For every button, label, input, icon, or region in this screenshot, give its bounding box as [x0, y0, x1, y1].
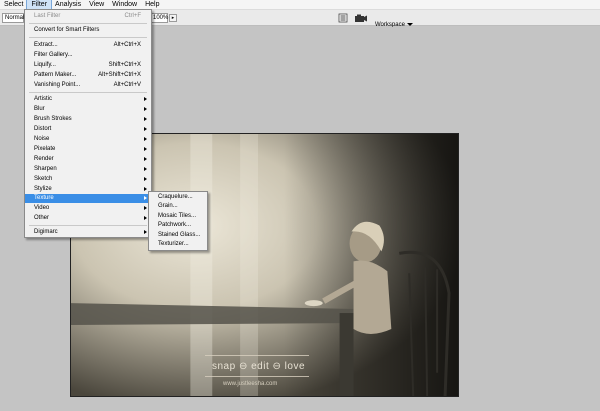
menu-separator — [29, 92, 147, 93]
submenu-arrow-icon — [144, 206, 147, 210]
submenu-arrow-icon — [144, 230, 147, 234]
zoom-field[interactable]: 100% — [150, 13, 168, 23]
menu-item-artistic[interactable]: Artistic — [25, 95, 151, 104]
submenu-arrow-icon — [144, 107, 147, 111]
filter-menu: Last Filter Ctrl+F Convert for Smart Fil… — [24, 9, 152, 238]
submenu-arrow-icon — [144, 177, 147, 181]
menu-item-noise[interactable]: Noise — [25, 135, 151, 144]
menu-separator — [29, 37, 147, 38]
menu-item-render[interactable]: Render — [25, 155, 151, 164]
menu-item-blur[interactable]: Blur — [25, 105, 151, 114]
menu-item-pattern-maker[interactable]: Pattern Maker... Alt+Shift+Ctrl+X — [25, 71, 151, 80]
submenu-item-mosaic-tiles[interactable]: Mosaic Tiles... — [149, 212, 207, 221]
chevron-down-icon — [406, 22, 413, 26]
watermark-url: www.justleesha.com — [223, 381, 278, 387]
menu-item-other[interactable]: Other — [25, 214, 151, 223]
watermark-rule-top — [205, 355, 309, 356]
submenu-item-texturizer[interactable]: Texturizer... — [149, 240, 207, 249]
menu-item-sharpen[interactable]: Sharpen — [25, 165, 151, 174]
zoom-stepper-icon[interactable]: ▸ — [169, 14, 177, 22]
submenu-arrow-icon — [144, 196, 147, 200]
mode-field[interactable]: Normal — [2, 13, 24, 23]
menu-item-extract[interactable]: Extract... Alt+Ctrl+X — [25, 41, 151, 50]
submenu-arrow-icon — [144, 167, 147, 171]
menu-separator — [29, 225, 147, 226]
submenu-arrow-icon — [144, 137, 147, 141]
submenu-item-grain[interactable]: Grain... — [149, 202, 207, 211]
menu-item-sketch[interactable]: Sketch — [25, 175, 151, 184]
document-icon[interactable] — [338, 13, 348, 23]
menu-item-pixelate[interactable]: Pixelate — [25, 145, 151, 154]
menu-item-vanishing-point[interactable]: Vanishing Point... Alt+Ctrl+V — [25, 81, 151, 90]
submenu-arrow-icon — [144, 157, 147, 161]
menu-item-video[interactable]: Video — [25, 204, 151, 213]
submenu-item-craquelure[interactable]: Craquelure... — [149, 193, 207, 202]
camera-icon[interactable] — [354, 13, 368, 23]
menu-item-digimarc[interactable]: Digimarc — [25, 228, 151, 237]
submenu-arrow-icon — [144, 117, 147, 121]
submenu-arrow-icon — [144, 127, 147, 131]
menu-item-distort[interactable]: Distort — [25, 125, 151, 134]
submenu-arrow-icon — [144, 216, 147, 220]
menu-item-liquify[interactable]: Liquify... Shift+Ctrl+X — [25, 61, 151, 70]
submenu-arrow-icon — [144, 147, 147, 151]
submenu-item-patchwork[interactable]: Patchwork... — [149, 221, 207, 230]
menu-item-stylize[interactable]: Stylize — [25, 185, 151, 194]
submenu-arrow-icon — [144, 97, 147, 101]
menu-item-last-filter: Last Filter Ctrl+F — [34, 13, 141, 19]
texture-submenu: Craquelure... Grain... Mosaic Tiles... P… — [148, 191, 208, 251]
watermark-rule-bottom — [205, 376, 309, 377]
submenu-arrow-icon — [144, 187, 147, 191]
menu-item-filter-gallery[interactable]: Filter Gallery... — [25, 51, 151, 60]
menu-item-brush-strokes[interactable]: Brush Strokes — [25, 115, 151, 124]
watermark-text: snap ⊖ edit ⊖ love — [212, 361, 306, 372]
menu-item-texture[interactable]: Texture — [25, 194, 151, 203]
menu-item-convert-smart-filters[interactable]: Convert for Smart Filters — [25, 26, 151, 35]
menu-separator — [29, 23, 147, 24]
submenu-item-stained-glass[interactable]: Stained Glass... — [149, 231, 207, 240]
